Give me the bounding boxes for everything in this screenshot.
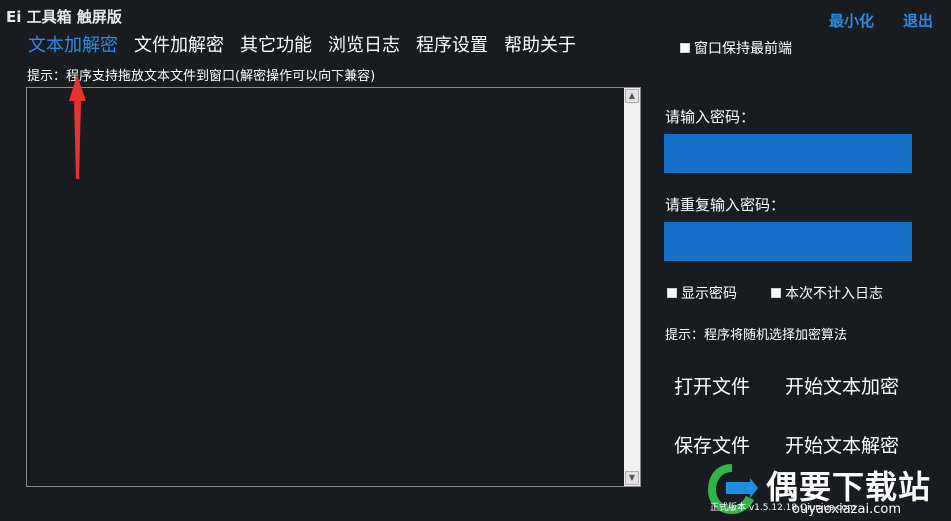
tab-other-functions[interactable]: 其它功能 — [240, 31, 312, 57]
topmost-option[interactable]: 窗口保持最前端 — [680, 38, 792, 58]
minimize-button[interactable]: 最小化 — [829, 10, 874, 31]
editor-scrollbar[interactable]: ▲ ▼ — [624, 88, 640, 486]
start-encrypt-button[interactable]: 开始文本加密 — [785, 372, 899, 399]
app-title: Ei 工具箱 触屏版 — [6, 8, 122, 26]
no-log-option[interactable]: 本次不计入日志 — [771, 283, 883, 303]
password-repeat-input[interactable] — [664, 222, 912, 261]
tab-browse-log[interactable]: 浏览日志 — [328, 31, 400, 57]
tab-settings[interactable]: 程序设置 — [416, 31, 488, 57]
main-tabs: 文本加解密 文件加解密 其它功能 浏览日志 程序设置 帮助关于 — [28, 31, 592, 57]
show-password-checkbox[interactable] — [667, 288, 677, 298]
watermark-url: ouyaoxiazai.com — [792, 502, 901, 517]
show-password-label: 显示密码 — [681, 286, 737, 302]
algorithm-hint: 提示：程序将随机选择加密算法 — [665, 328, 848, 343]
text-editor[interactable]: ▲ ▼ — [26, 87, 641, 487]
password-label: 请输入密码： — [665, 108, 756, 126]
no-log-label: 本次不计入日志 — [785, 286, 883, 302]
password-input[interactable] — [664, 134, 912, 173]
scroll-down-arrow-icon[interactable]: ▼ — [625, 471, 639, 485]
no-log-checkbox[interactable] — [771, 288, 781, 298]
show-password-option[interactable]: 显示密码 — [667, 283, 737, 303]
topmost-label: 窗口保持最前端 — [694, 41, 792, 57]
open-file-button[interactable]: 打开文件 — [674, 372, 750, 399]
tab-file-crypto[interactable]: 文件加解密 — [134, 31, 224, 57]
tab-help-about[interactable]: 帮助关于 — [504, 31, 576, 57]
topmost-checkbox[interactable] — [680, 43, 690, 53]
tab-text-crypto[interactable]: 文本加解密 — [28, 31, 118, 57]
scroll-up-arrow-icon[interactable]: ▲ — [625, 89, 639, 103]
watermark: 偶要下载站 正式版本 v1.5.12.18 Qiunius.com ouyaox… — [704, 454, 951, 521]
password-repeat-label: 请重复输入密码： — [665, 196, 786, 214]
exit-button[interactable]: 退出 — [903, 10, 933, 31]
annotation-arrow-icon — [69, 75, 86, 179]
text-editor-content[interactable] — [31, 90, 620, 484]
